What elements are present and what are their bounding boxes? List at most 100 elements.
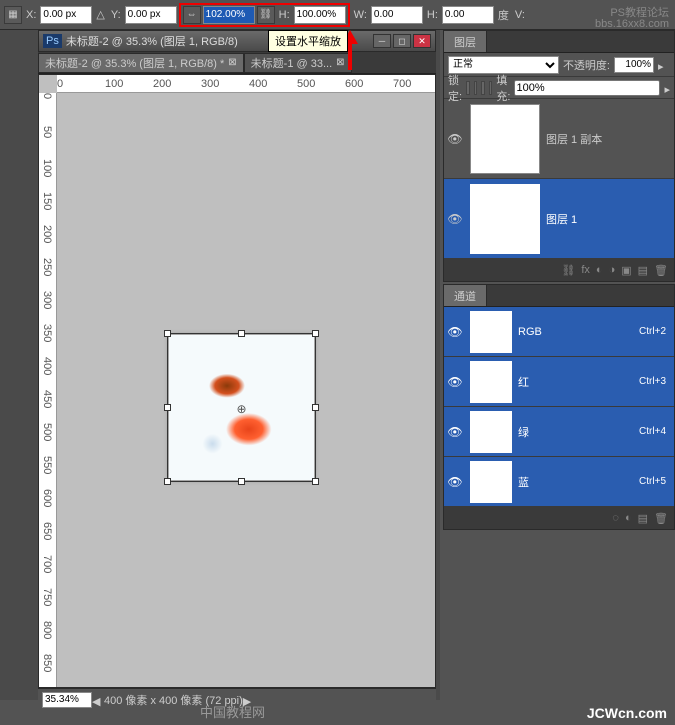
lock-pos-icon[interactable] — [481, 81, 485, 95]
canvas[interactable]: ⊕ — [169, 335, 314, 480]
channel-list: 👁RGBCtrl+2👁红Ctrl+3👁绿Ctrl+4👁蓝Ctrl+5 — [444, 307, 674, 507]
layer-list: 👁 图层 1 副本 👁 图层 1 — [444, 99, 674, 259]
visibility-icon[interactable]: 👁 — [446, 425, 464, 439]
lock-trans-icon[interactable] — [466, 81, 470, 95]
handle-l[interactable] — [164, 404, 171, 411]
load-sel-icon[interactable]: ◌ — [612, 512, 619, 524]
handle-b[interactable] — [238, 478, 245, 485]
channel-row[interactable]: 👁 RGBCtrl+2 — [444, 307, 674, 357]
panels: 图层 正常 不透明度: ▸ 锁定: 填充: ▸ 👁图层 1 副本👁图层 1 ⛓ … — [443, 30, 675, 700]
trash-icon[interactable]: 🗑 — [654, 512, 668, 525]
fx-icon[interactable]: fx — [581, 264, 590, 276]
layer-thumb[interactable] — [470, 104, 540, 174]
x-input[interactable] — [40, 6, 92, 24]
close-button[interactable]: ✕ — [413, 34, 431, 48]
ruler-vertical[interactable]: 0501001502002503003504004505005506006507… — [39, 93, 57, 687]
canvas-area[interactable]: 0100200300400500600700 05010015020025030… — [38, 74, 436, 688]
channel-name: 绿 — [518, 424, 639, 440]
layer-name[interactable]: 图层 1 — [546, 211, 577, 227]
layers-tab[interactable]: 图层 — [444, 31, 487, 52]
save-sel-icon[interactable]: ◐ — [625, 512, 632, 524]
new-layer-icon[interactable]: ▤ — [638, 264, 648, 277]
channel-row[interactable]: 👁 红Ctrl+3 — [444, 357, 674, 407]
ruler-horizontal[interactable]: 0100200300400500600700 — [57, 75, 435, 93]
channel-thumb[interactable] — [470, 411, 512, 453]
opacity-input[interactable] — [614, 57, 654, 73]
doc-tab-1[interactable]: 未标题-2 @ 35.3% (图层 1, RGB/8) * ⊠ — [38, 53, 244, 73]
channel-thumb[interactable] — [470, 311, 512, 353]
watermark-top: PS教程论坛bbs.16xx8.com — [595, 8, 669, 30]
channel-thumb[interactable] — [470, 361, 512, 403]
adjust-icon[interactable]: ◑ — [609, 264, 616, 276]
lock-label: 锁定: — [448, 72, 462, 104]
y-input[interactable] — [125, 6, 177, 24]
folder-icon[interactable]: ▣ — [621, 264, 631, 277]
w2-input[interactable] — [371, 6, 423, 24]
options-bar: ▦ X: △ Y: ⇔ ⛓ H: W: H: 度 V: — [0, 0, 675, 30]
channel-name: 红 — [518, 374, 639, 390]
handle-t[interactable] — [238, 330, 245, 337]
channel-name: 蓝 — [518, 474, 639, 490]
v-label: V: — [515, 9, 525, 21]
layer-thumb[interactable] — [470, 184, 540, 254]
channel-shortcut: Ctrl+2 — [639, 326, 666, 337]
close-icon[interactable]: ⊠ — [228, 57, 236, 68]
scale-highlight: ⇔ ⛓ H: — [179, 3, 350, 27]
fill-input[interactable] — [514, 80, 660, 96]
link-layers-icon[interactable]: ⛓ — [561, 264, 575, 277]
delta-label: △ — [96, 8, 104, 21]
layer-row[interactable]: 👁 图层 1 — [444, 179, 674, 259]
transform-box[interactable]: ⊕ — [167, 333, 316, 482]
visibility-icon[interactable]: 👁 — [446, 375, 464, 389]
new-channel-icon[interactable]: ▤ — [638, 512, 648, 525]
maximize-button[interactable]: ◻ — [393, 34, 411, 48]
channel-row[interactable]: 👁绿Ctrl+4 — [444, 407, 674, 457]
height-scale-input[interactable] — [294, 6, 346, 24]
x-label: X: — [26, 9, 36, 21]
chain-icon[interactable]: ⛓ — [257, 6, 275, 24]
handle-r[interactable] — [312, 404, 319, 411]
channel-name: RGB — [518, 326, 639, 338]
doc-tab-2[interactable]: 未标题-1 @ 33... ⊠ — [244, 53, 352, 73]
transform-ref-icon[interactable]: ▦ — [4, 6, 22, 24]
visibility-icon[interactable]: 👁 — [446, 212, 464, 226]
channel-shortcut: Ctrl+5 — [639, 476, 666, 487]
layers-footer: ⛓ fx ◐ ◑ ▣ ▤ 🗑 — [444, 259, 674, 281]
chevron-right-icon[interactable]: ▸ — [658, 60, 670, 70]
channels-tab[interactable]: 通道 — [444, 285, 487, 306]
visibility-icon[interactable]: 👁 — [446, 475, 464, 489]
lock-paint-icon[interactable] — [474, 81, 478, 95]
document-title: 未标题-2 @ 35.3% (图层 1, RGB/8) — [66, 33, 238, 49]
ps-icon: Ps — [43, 34, 62, 48]
channels-panel: 通道 👁RGBCtrl+2👁红Ctrl+3👁绿Ctrl+4👁蓝Ctrl+5 ◌ … — [443, 284, 675, 530]
width-scale-input[interactable] — [203, 6, 255, 24]
mask-icon[interactable]: ◐ — [596, 264, 603, 276]
layer-name[interactable]: 图层 1 副本 — [546, 131, 602, 147]
minimize-button[interactable]: ─ — [373, 34, 391, 48]
handle-tl[interactable] — [164, 330, 171, 337]
layer-row[interactable]: 👁 图层 1 副本 — [444, 99, 674, 179]
link-icon[interactable]: ⇔ — [183, 6, 201, 24]
channel-row[interactable]: 👁 蓝Ctrl+5 — [444, 457, 674, 507]
h2-label: H: — [427, 9, 438, 21]
document-titlebar[interactable]: Ps 未标题-2 @ 35.3% (图层 1, RGB/8) ─ ◻ ✕ — [38, 30, 436, 52]
zoom-input[interactable] — [42, 692, 92, 708]
channel-shortcut: Ctrl+3 — [639, 376, 666, 387]
visibility-icon[interactable]: 👁 — [446, 132, 464, 146]
chevron-right-icon[interactable]: ▸ — [664, 83, 670, 93]
handle-tr[interactable] — [312, 330, 319, 337]
handle-bl[interactable] — [164, 478, 171, 485]
lock-all-icon[interactable] — [489, 81, 493, 95]
work-area: Ps 未标题-2 @ 35.3% (图层 1, RGB/8) ─ ◻ ✕ 未标题… — [0, 30, 440, 700]
h2-input[interactable] — [442, 6, 494, 24]
trash-icon[interactable]: 🗑 — [654, 264, 668, 277]
transform-center[interactable]: ⊕ — [236, 402, 248, 414]
watermark-brand: JCWcn.com — [587, 705, 667, 721]
document-window: Ps 未标题-2 @ 35.3% (图层 1, RGB/8) ─ ◻ ✕ 未标题… — [38, 30, 436, 690]
chevron-left-icon[interactable]: ◀ — [92, 695, 104, 705]
w2-label: W: — [354, 9, 367, 21]
channel-thumb[interactable] — [470, 461, 512, 503]
visibility-icon[interactable]: 👁 — [446, 325, 464, 339]
layers-panel: 图层 正常 不透明度: ▸ 锁定: 填充: ▸ 👁图层 1 副本👁图层 1 ⛓ … — [443, 30, 675, 282]
handle-br[interactable] — [312, 478, 319, 485]
